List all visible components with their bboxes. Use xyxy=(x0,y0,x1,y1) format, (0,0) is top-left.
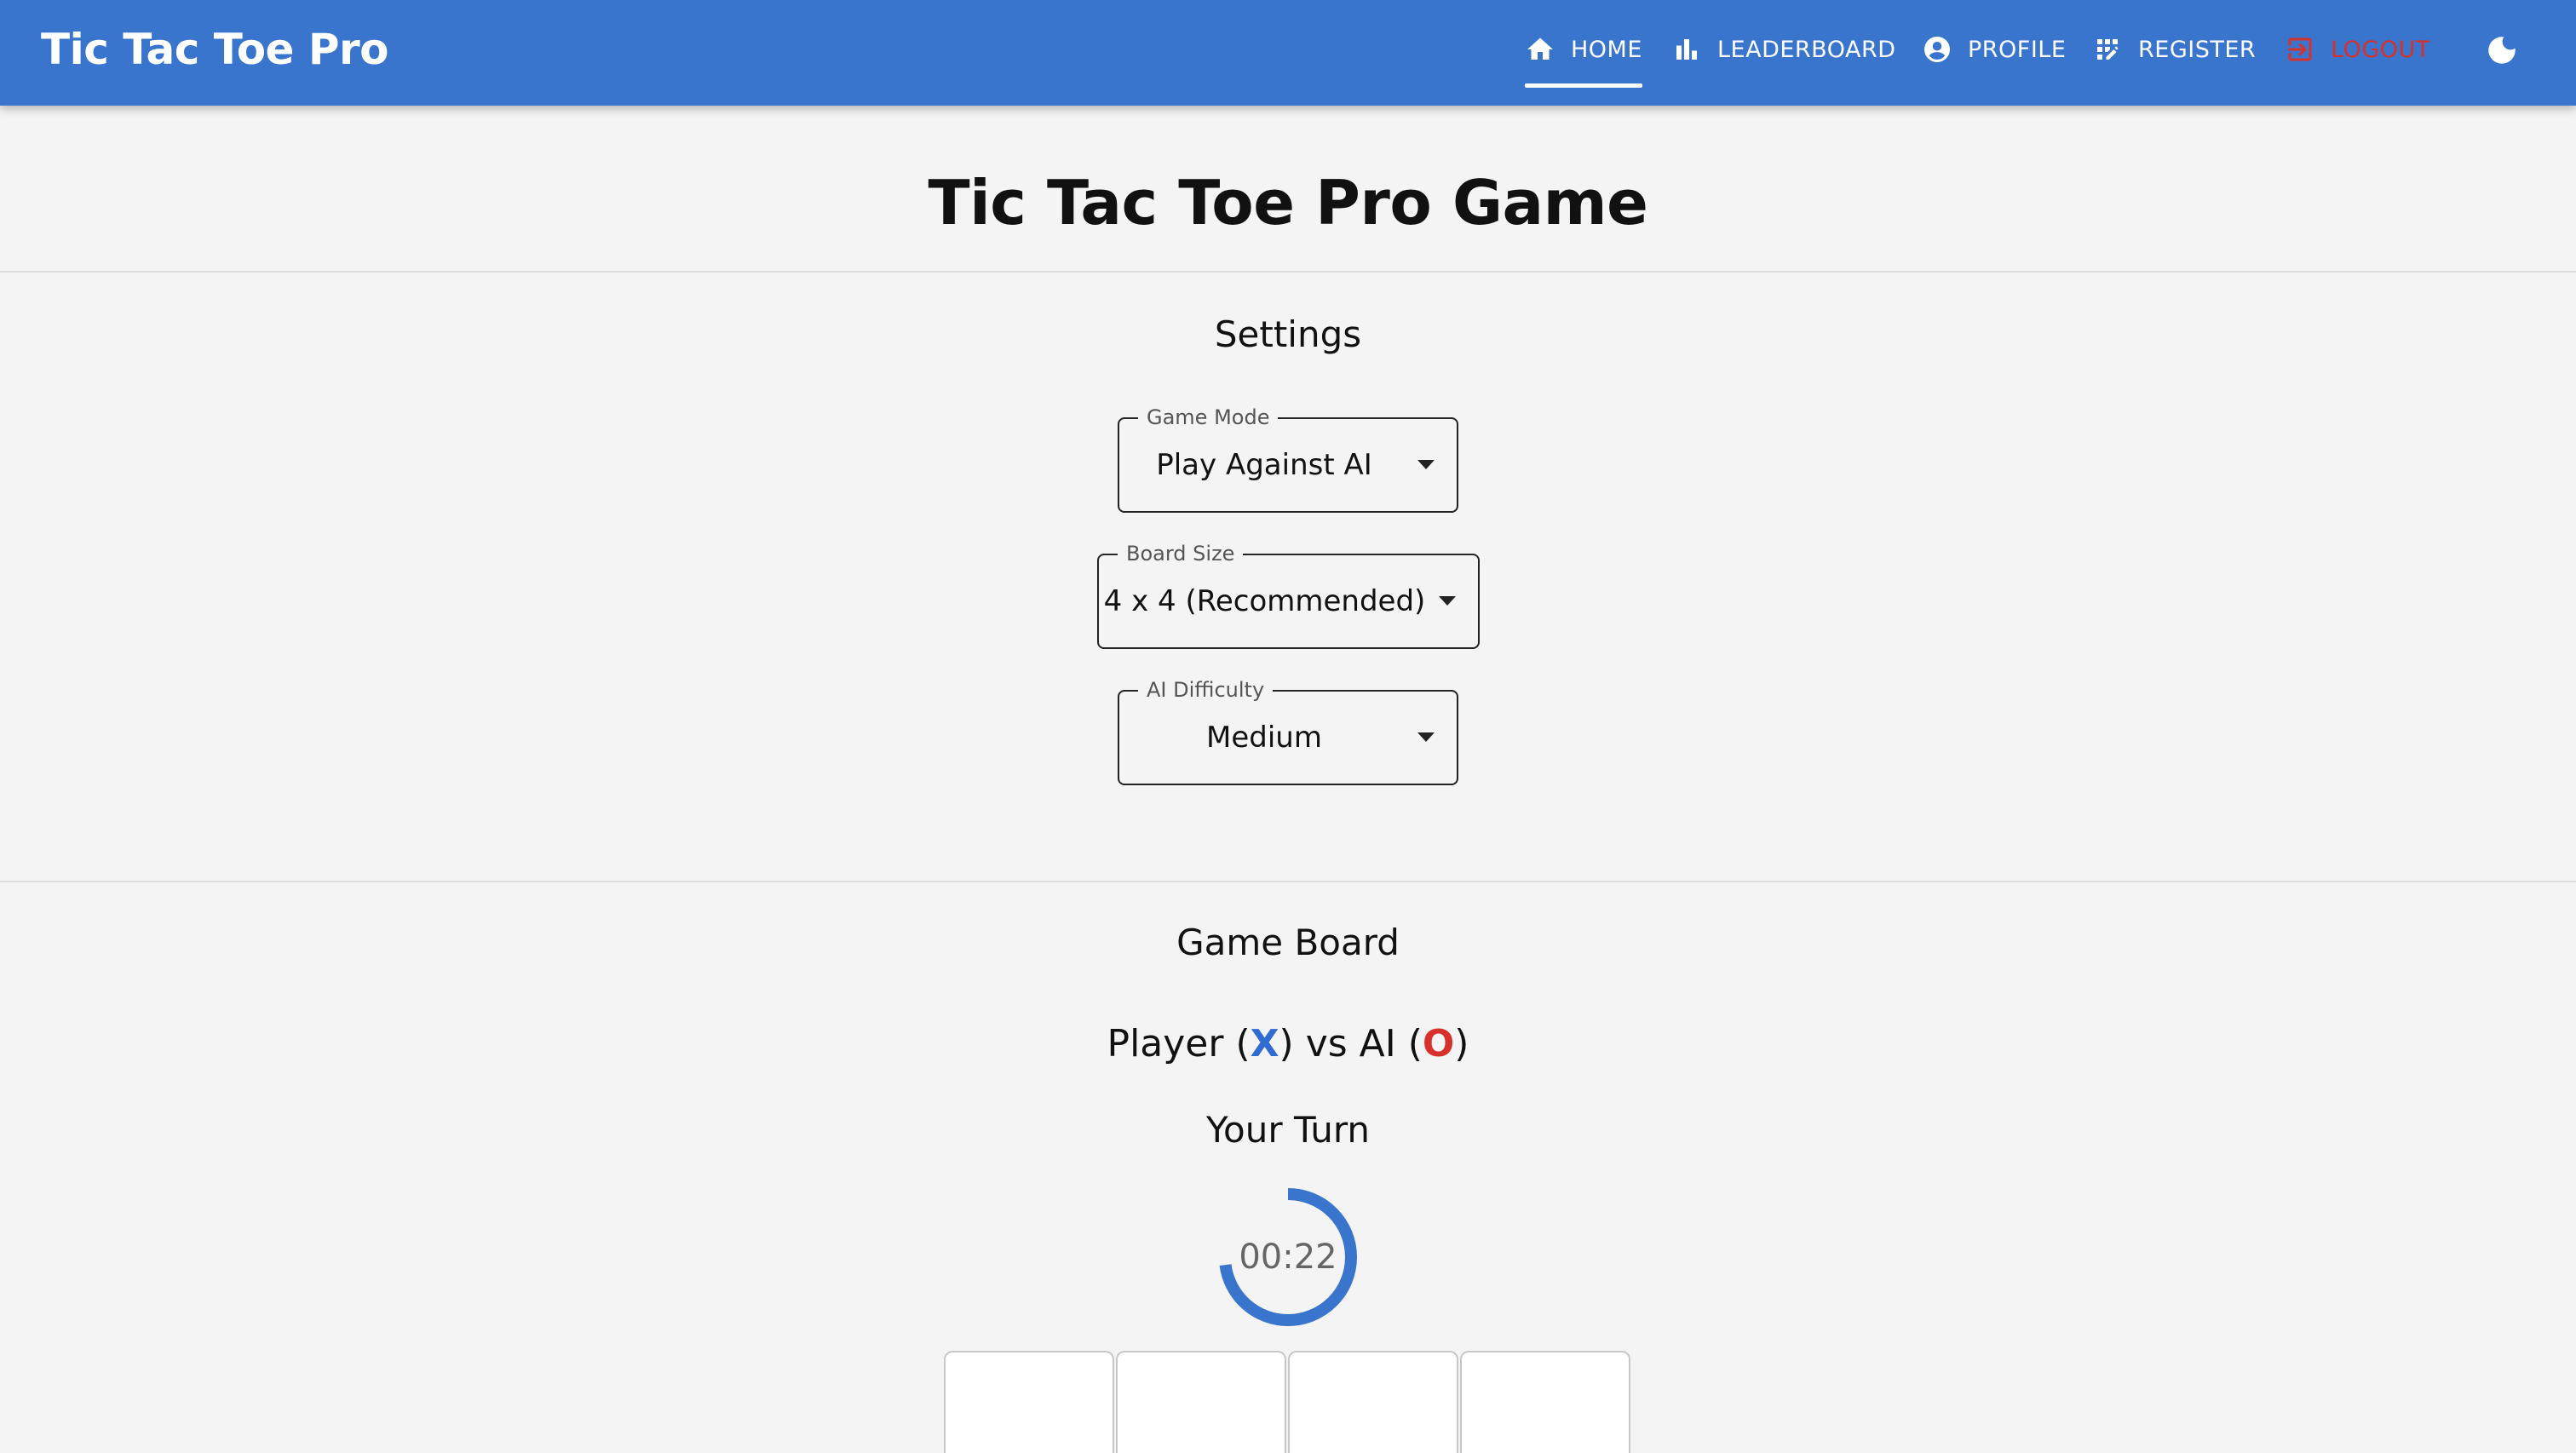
ai-difficulty-value: Medium xyxy=(1206,721,1322,755)
game-board xyxy=(944,1351,1632,1453)
matchup-middle: ) vs AI ( xyxy=(1279,1022,1423,1065)
player-o-mark: O xyxy=(1422,1022,1455,1065)
game-board-heading: Game Board xyxy=(1176,922,1400,963)
divider xyxy=(0,881,2576,882)
bar-chart-icon xyxy=(1676,39,1697,60)
board-size-select[interactable]: Board Size 4 x 4 (Recommended) xyxy=(1097,542,1480,649)
game-mode-value: Play Against AI xyxy=(1156,448,1372,482)
board-cell[interactable] xyxy=(1460,1351,1630,1453)
matchup-text: Player (X) vs AI (O) xyxy=(0,1022,2576,1065)
nav-register[interactable]: REGISTER xyxy=(2092,0,2256,99)
page-title: Tic Tac Toe Pro Game xyxy=(928,167,1648,238)
board-size-value: 4 x 4 (Recommended) xyxy=(1103,584,1426,618)
moon-icon[interactable] xyxy=(2484,32,2520,68)
game-mode-select[interactable]: Game Mode Play Against AI xyxy=(1118,405,1458,513)
nav-register-label: REGISTER xyxy=(2138,36,2257,63)
board-cell[interactable] xyxy=(944,1351,1114,1453)
board-cell[interactable] xyxy=(1288,1351,1458,1453)
divider xyxy=(0,271,2576,273)
board-cell[interactable] xyxy=(1116,1351,1286,1453)
app-registration-icon xyxy=(2097,39,2119,60)
home-icon xyxy=(1527,37,1553,60)
nav-logout[interactable]: LOGOUT xyxy=(2285,0,2430,99)
nav-profile[interactable]: PROFILE xyxy=(1922,0,2066,99)
matchup-prefix: Player ( xyxy=(1107,1022,1251,1065)
app-bar: Tic Tac Toe Pro HOME LEADERBOARD PROFILE… xyxy=(0,0,2576,106)
settings-heading: Settings xyxy=(1214,313,1362,355)
chevron-down-icon xyxy=(1417,732,1435,742)
nav-leaderboard[interactable]: LEADERBOARD xyxy=(1671,0,1896,99)
timer-text: 00:22 xyxy=(1239,1238,1337,1277)
nav-leaderboard-label: LEADERBOARD xyxy=(1717,36,1896,63)
chevron-down-icon xyxy=(1417,460,1435,469)
matchup-suffix: ) xyxy=(1454,1022,1469,1065)
turn-indicator: Your Turn xyxy=(1205,1109,1371,1151)
nav-home[interactable]: HOME xyxy=(1525,0,1642,99)
nav-profile-label: PROFILE xyxy=(1968,36,2067,63)
logout-icon xyxy=(2288,37,2312,61)
nav-logout-label: LOGOUT xyxy=(2331,36,2430,63)
nav-home-label: HOME xyxy=(1571,36,1642,63)
chevron-down-icon xyxy=(1439,596,1456,606)
player-x-mark: X xyxy=(1250,1022,1279,1065)
account-circle-icon xyxy=(1924,37,1950,62)
ai-difficulty-select[interactable]: AI Difficulty Medium xyxy=(1118,678,1458,785)
brand-title[interactable]: Tic Tac Toe Pro xyxy=(41,0,389,99)
